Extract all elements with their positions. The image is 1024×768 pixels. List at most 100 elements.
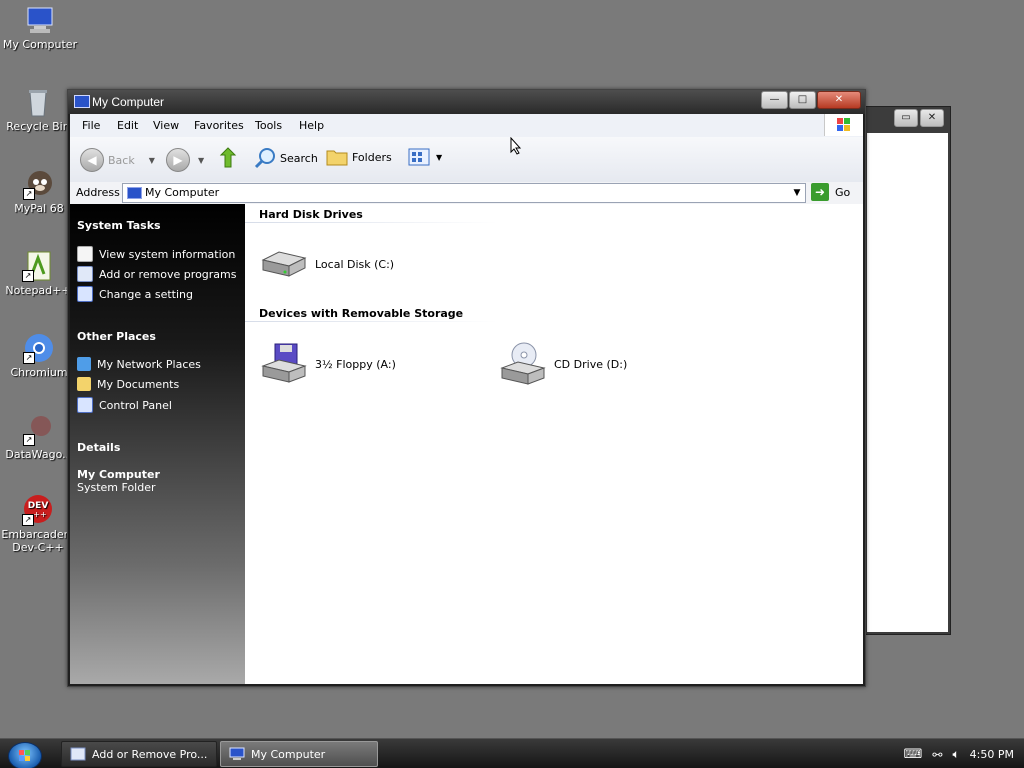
address-label: Address xyxy=(76,186,120,199)
views-dropdown-icon[interactable]: ▼ xyxy=(436,153,442,162)
folders-label: Folders xyxy=(352,150,392,164)
folders-icon xyxy=(326,150,348,166)
desktop-icon-dev-cpp[interactable]: DEV ++ ↗ Embarcadero Dev-C++ xyxy=(0,494,76,554)
my-computer-icon xyxy=(24,4,56,36)
my-documents-icon xyxy=(77,377,91,391)
details-type: System Folder xyxy=(77,481,156,494)
back-label: Back xyxy=(108,153,135,167)
control-panel-icon xyxy=(77,286,93,302)
close-button[interactable]: ✕ xyxy=(817,91,861,109)
task-view-system-information[interactable]: View system information xyxy=(77,246,235,262)
desktop-icon-my-computer[interactable]: My Computer xyxy=(2,4,78,51)
system-info-icon xyxy=(77,246,93,262)
desktop-icon-mypal[interactable]: ↗ MyPal 68 xyxy=(1,168,77,215)
drive-cd-d[interactable]: CD Drive (D:) xyxy=(498,342,627,386)
maximize-button[interactable]: □ xyxy=(789,91,816,109)
place-my-network-places[interactable]: My Network Places xyxy=(77,357,201,371)
background-restore-button[interactable]: ▭ xyxy=(894,109,918,127)
desktop-icon-datawagon[interactable]: ↗ DataWago... xyxy=(1,414,77,461)
shortcut-arrow-icon: ↗ xyxy=(22,270,34,282)
address-dropdown-icon[interactable]: ▼ xyxy=(789,184,805,202)
folders-button[interactable]: Folders xyxy=(326,147,392,167)
go-arrow-icon: ➜ xyxy=(811,183,829,201)
place-label: My Network Places xyxy=(97,357,201,371)
window-icon xyxy=(74,95,90,108)
minimize-button[interactable]: — xyxy=(761,91,788,109)
menu-tools[interactable]: Tools xyxy=(255,119,282,132)
recycle-bin-icon xyxy=(22,86,54,118)
views-button[interactable]: ▼ xyxy=(408,147,442,167)
drive-label: CD Drive (D:) xyxy=(554,357,628,371)
desktop-icon-label: My Computer xyxy=(2,38,78,51)
drive-floppy-a[interactable]: 3½ Floppy (A:) xyxy=(259,342,396,386)
task-label: My Computer xyxy=(251,747,326,761)
drive-local-disk-c[interactable]: Local Disk (C:) xyxy=(259,248,394,280)
volume-icon[interactable]: 🔈︎ xyxy=(952,747,959,762)
back-button[interactable]: ◀ Back ▼ xyxy=(80,148,155,172)
my-computer-window[interactable]: My Computer — □ ✕ File Edit View Favorit… xyxy=(67,89,866,687)
place-my-documents[interactable]: My Documents xyxy=(77,377,179,391)
desktop-icon-chromium[interactable]: ↗ Chromium xyxy=(1,332,77,379)
task-change-setting[interactable]: Change a setting xyxy=(77,286,193,302)
back-dropdown-icon[interactable]: ▼ xyxy=(149,156,155,165)
search-icon xyxy=(254,148,275,169)
views-icon xyxy=(408,148,430,166)
desktop-icon-notepad-plus-plus[interactable]: ↗ Notepad++ xyxy=(0,250,76,297)
desktop-icon-label: MyPal 68 xyxy=(14,202,64,215)
hard-disk-icon xyxy=(261,251,307,277)
toolbar: ◀ Back ▼ ▶ ▼ Search Folders ▼ xyxy=(70,137,863,183)
system-tasks-title[interactable]: System Tasks xyxy=(77,219,161,232)
place-control-panel[interactable]: Control Panel xyxy=(77,397,172,413)
forward-button[interactable]: ▶ ▼ xyxy=(166,148,204,172)
menu-bar: File Edit View Favorites Tools Help xyxy=(70,114,863,138)
menu-view[interactable]: View xyxy=(153,119,179,132)
notepad-plus-plus-icon: ↗ xyxy=(22,250,54,282)
forward-arrow-icon: ▶ xyxy=(166,148,190,172)
clock[interactable]: 4:50 PM xyxy=(970,748,1014,761)
details-name: My Computer xyxy=(77,468,160,481)
shortcut-arrow-icon: ↗ xyxy=(23,352,35,364)
group-divider xyxy=(245,321,498,322)
place-label: Control Panel xyxy=(99,398,172,412)
windows-flag-icon xyxy=(19,750,30,761)
menu-file[interactable]: File xyxy=(82,119,100,132)
dev-cpp-icon: DEV ++ ↗ xyxy=(22,494,54,526)
network-icon[interactable]: ⚯ xyxy=(932,748,942,762)
search-button[interactable]: Search xyxy=(254,147,318,169)
other-places-title[interactable]: Other Places xyxy=(77,330,156,343)
desktop-icon-label: DataWago... xyxy=(5,448,73,461)
menu-help[interactable]: Help xyxy=(299,119,324,132)
content-area: Hard Disk Drives Local Disk (C:) Devices… xyxy=(245,204,863,684)
menu-favorites[interactable]: Favorites xyxy=(194,119,244,132)
back-arrow-icon: ◀ xyxy=(80,148,104,172)
shortcut-arrow-icon: ↗ xyxy=(23,434,35,446)
task-label: View system information xyxy=(99,247,236,261)
title-bar[interactable]: My Computer — □ ✕ xyxy=(68,90,865,114)
system-tray: ⌨ ⚯ 🔈︎ 4:50 PM xyxy=(904,747,1014,762)
shortcut-arrow-icon: ↗ xyxy=(23,188,35,200)
background-close-button[interactable]: ✕ xyxy=(920,109,944,127)
desktop-icon-recycle-bin[interactable]: Recycle Bin xyxy=(0,86,76,133)
forward-dropdown-icon[interactable]: ▼ xyxy=(198,156,204,165)
keyboard-icon[interactable]: ⌨ xyxy=(904,747,923,762)
task-add-remove-programs[interactable]: Add or remove programs xyxy=(77,266,237,282)
desktop-icon-label: Embarcadero Dev-C++ xyxy=(1,528,75,554)
svg-text:++: ++ xyxy=(33,510,46,519)
add-remove-programs-icon xyxy=(70,747,86,761)
group-divider xyxy=(245,222,498,223)
taskbar-button-add-remove-programs[interactable]: Add or Remove Pro... xyxy=(61,741,217,767)
computer-small-icon xyxy=(127,187,142,199)
control-panel-icon xyxy=(77,397,93,413)
network-places-icon xyxy=(77,357,91,371)
task-pane: System Tasks View system information Add… xyxy=(70,204,245,684)
address-field[interactable]: My Computer ▼ xyxy=(122,183,806,203)
go-button[interactable]: ➜ Go xyxy=(811,183,850,201)
up-folder-button[interactable] xyxy=(218,147,238,169)
hard-disk-drives-heading: Hard Disk Drives xyxy=(259,208,363,221)
taskbar-button-my-computer[interactable]: My Computer xyxy=(220,741,378,767)
menu-edit[interactable]: Edit xyxy=(117,119,138,132)
start-button[interactable] xyxy=(8,742,42,768)
details-title[interactable]: Details xyxy=(77,441,120,454)
window-title: My Computer xyxy=(92,95,165,109)
background-window[interactable]: ▭ ✕ xyxy=(864,106,951,635)
